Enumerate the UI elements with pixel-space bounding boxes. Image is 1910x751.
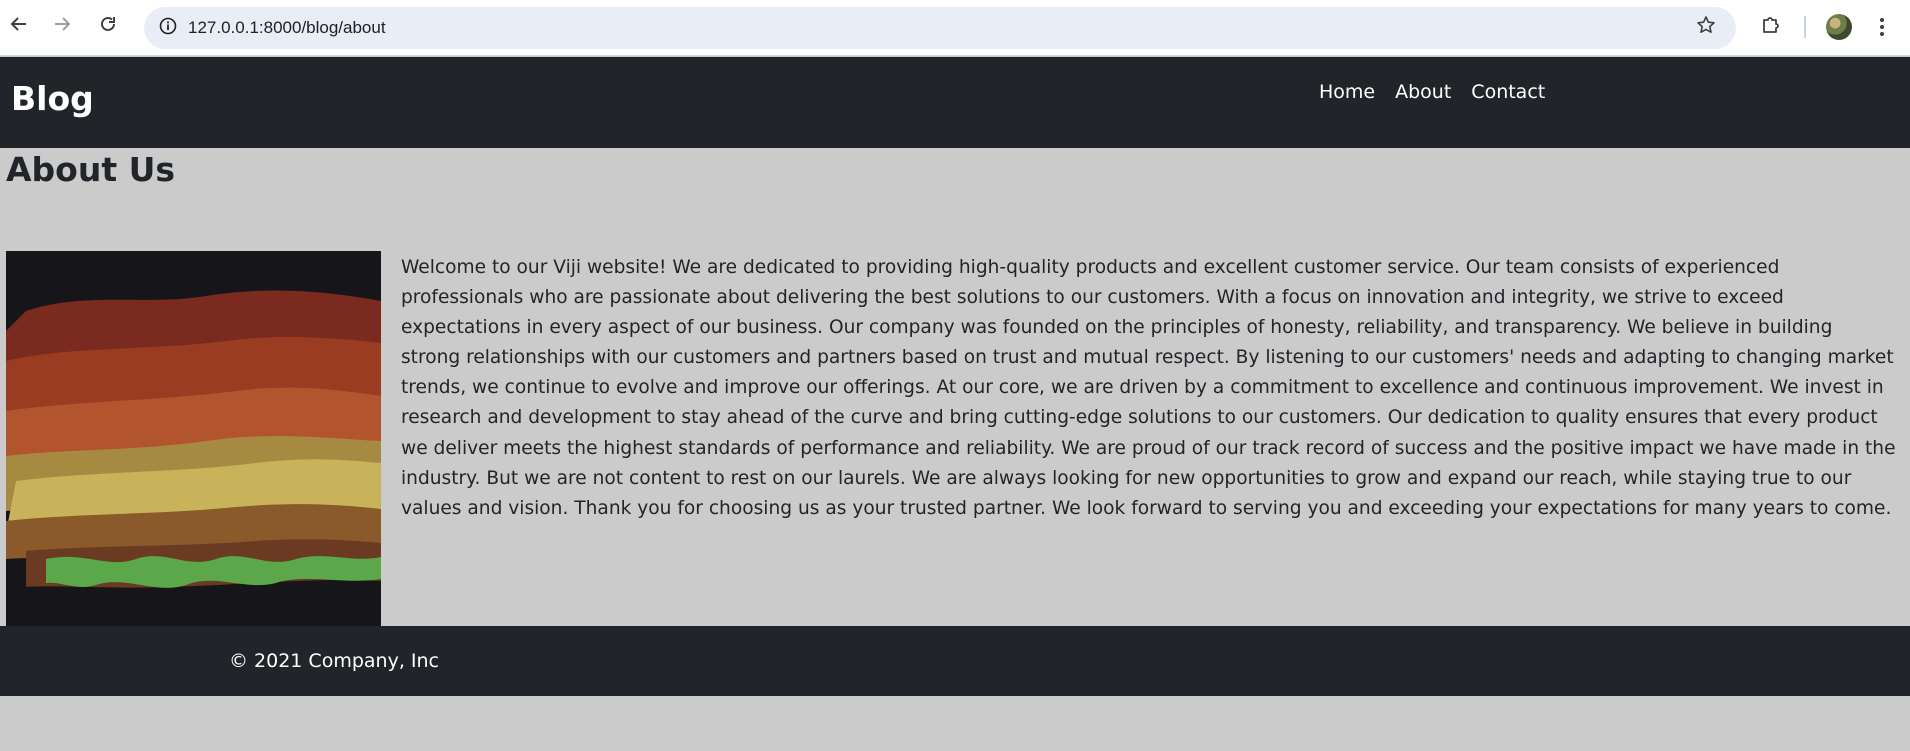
toolbar-divider	[1804, 16, 1806, 38]
main-nav: Home About Contact	[1319, 81, 1545, 103]
copyright-text: © 2021 Company, Inc	[229, 650, 439, 672]
arrow-left-icon	[9, 14, 29, 37]
browser-menu-button[interactable]	[1873, 13, 1891, 41]
nav-link-about[interactable]: About	[1395, 81, 1451, 103]
forward-button[interactable]	[51, 14, 73, 36]
info-icon	[159, 17, 177, 39]
kebab-menu-icon	[1880, 18, 1884, 36]
arrow-right-icon	[52, 14, 72, 37]
site-footer: © 2021 Company, Inc	[0, 626, 1910, 696]
extensions-button[interactable]	[1758, 14, 1784, 40]
bookmark-button[interactable]	[1694, 16, 1718, 40]
nav-link-contact[interactable]: Contact	[1471, 81, 1545, 103]
brand-link[interactable]: Blog	[11, 79, 94, 118]
page-title: About Us	[6, 150, 176, 189]
address-bar[interactable]: 127.0.0.1:8000/blog/about	[144, 7, 1736, 49]
back-button[interactable]	[8, 14, 30, 36]
star-icon	[1696, 15, 1716, 41]
site-info-button[interactable]	[158, 17, 178, 39]
profile-avatar[interactable]	[1826, 14, 1852, 40]
about-image	[6, 251, 381, 626]
about-paragraph: Welcome to our Viji website! We are dedi…	[401, 257, 1896, 519]
reload-icon	[98, 14, 118, 37]
site-header: Blog Home About Contact	[0, 57, 1910, 148]
url-text[interactable]: 127.0.0.1:8000/blog/about	[188, 7, 386, 49]
reload-button[interactable]	[97, 14, 119, 36]
browser-toolbar: 127.0.0.1:8000/blog/about	[0, 0, 1910, 56]
puzzle-icon	[1760, 14, 1782, 40]
autumn-leaves-photo	[6, 251, 381, 626]
nav-link-home[interactable]: Home	[1319, 81, 1375, 103]
